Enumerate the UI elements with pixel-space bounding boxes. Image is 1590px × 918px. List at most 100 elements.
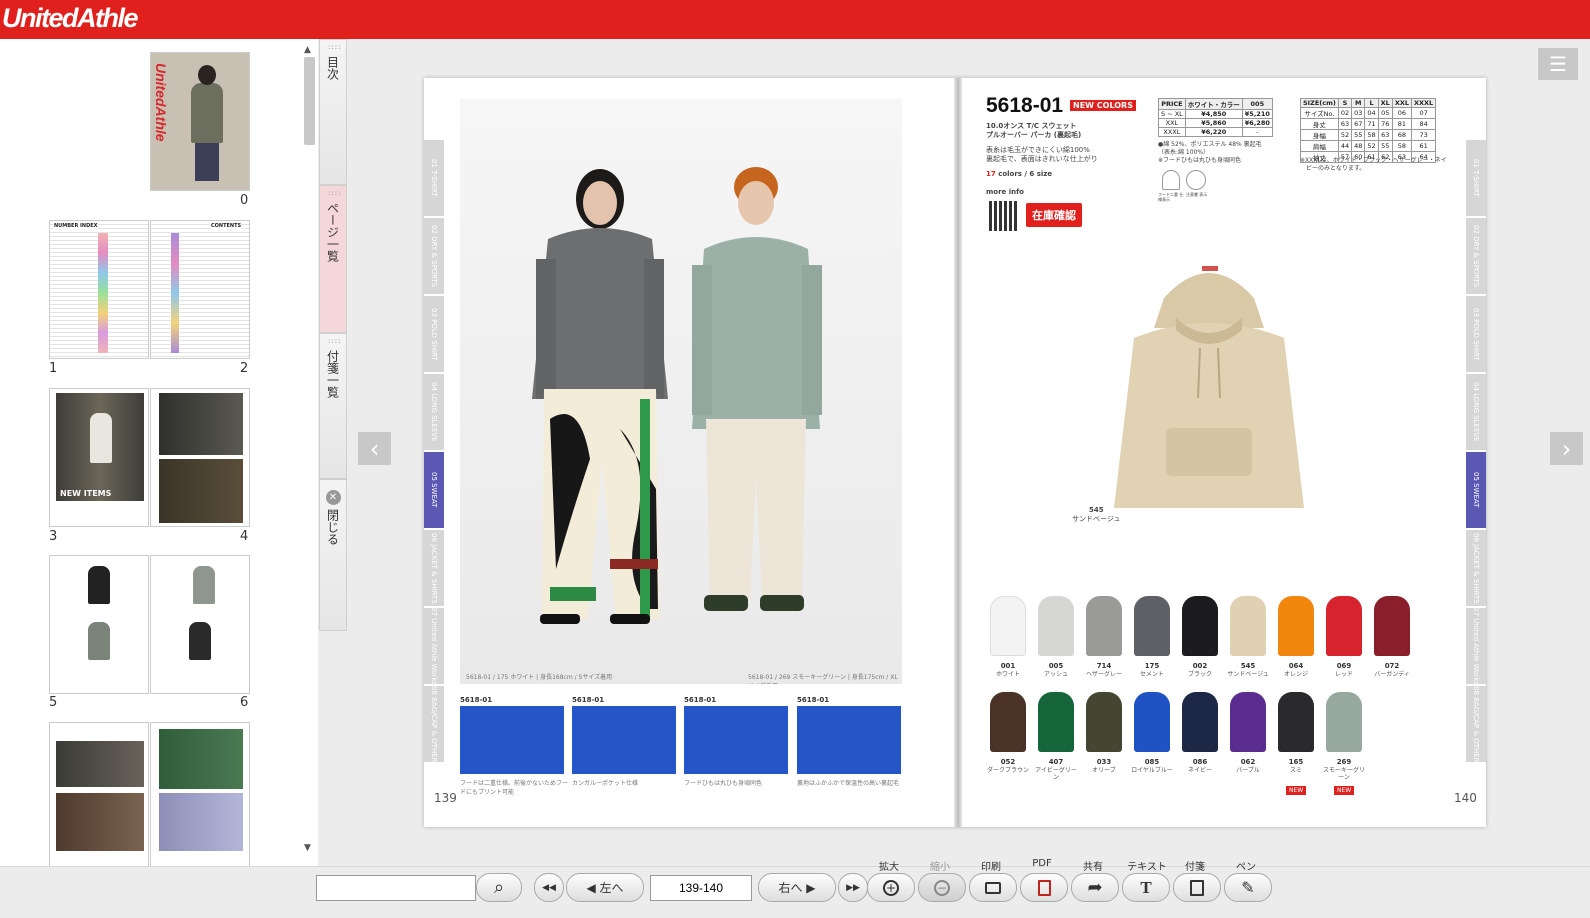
color-swatch-714[interactable]	[1086, 596, 1122, 656]
hood-icon	[1162, 170, 1180, 190]
thumbnail-page-6[interactable]	[150, 555, 250, 694]
thumbnail-page-3[interactable]: NEW ITEMS	[49, 388, 149, 527]
swatch-code: 052	[1000, 758, 1016, 766]
tab-close[interactable]: ✕ 閉じる	[319, 479, 347, 631]
swatch-code: 165	[1288, 758, 1304, 766]
qr-code-icon[interactable]	[989, 201, 1019, 231]
index-tab-label: 02 DRY & SPORTS	[430, 224, 438, 288]
color-swatch-052[interactable]	[990, 692, 1026, 752]
tab-contents[interactable]: :::: 目次	[319, 39, 347, 185]
zoom-in-button[interactable]: +	[867, 873, 915, 902]
thumbnail-person	[193, 566, 215, 604]
price-cell: -	[1241, 127, 1273, 137]
color-swatch-001[interactable]	[990, 596, 1026, 656]
scroll-down-arrow[interactable]: ▼	[304, 843, 311, 853]
first-page-button[interactable]: ◀◀	[534, 873, 564, 902]
thumbnail-label: 2	[240, 361, 249, 376]
print-button[interactable]	[969, 873, 1017, 902]
index-tab-t-shirt[interactable]: 01 T-SHIRT	[424, 140, 444, 216]
share-button[interactable]: ➦	[1071, 873, 1119, 902]
detail-photo-drawstring	[684, 706, 788, 774]
index-tab-sweat[interactable]: 05 SWEAT	[424, 452, 444, 528]
page-number-field[interactable]	[650, 875, 752, 901]
thumbnail-page-7[interactable]	[49, 722, 149, 866]
color-swatch-086[interactable]	[1182, 692, 1218, 752]
color-swatch-064[interactable]	[1278, 596, 1314, 656]
price-cell: ¥4,850	[1184, 109, 1243, 119]
last-page-button[interactable]: ▶▶	[838, 873, 868, 902]
menu-icon[interactable]: ☰	[1538, 48, 1578, 80]
color-swatch-033[interactable]	[1086, 692, 1122, 752]
pen-button[interactable]: ✎	[1224, 873, 1272, 902]
thumbnail-page-2[interactable]: CONTENTS	[150, 220, 250, 359]
next-page-button[interactable]: 右へ ▶	[758, 873, 836, 902]
color-swatch-072[interactable]	[1374, 596, 1410, 656]
index-tab-long-sleeve[interactable]: 04 LONG SLEEVE	[424, 374, 444, 450]
color-swatch-085[interactable]	[1134, 692, 1170, 752]
new-colors-badge: NEW COLORS	[1070, 100, 1136, 111]
brand-logo[interactable]: UnitedAthle	[2, 3, 139, 34]
detail-caption: カンガルーポケット仕様	[572, 780, 639, 787]
index-tab-t-shirt-right[interactable]: 01 T-SHIRT	[1466, 140, 1486, 216]
color-swatch-062[interactable]	[1230, 692, 1266, 752]
thumbnail-page-8[interactable]	[150, 722, 250, 866]
color-swatch-069[interactable]	[1326, 596, 1362, 656]
stock-check-button[interactable]: 在庫確認	[1026, 203, 1082, 227]
color-swatch-002[interactable]	[1182, 596, 1218, 656]
tab-page-list[interactable]: :::: ページ一覧	[319, 185, 347, 333]
product-description: 表糸は毛玉ができにくい綿100%	[986, 146, 1090, 154]
next-page-arrow[interactable]: ›	[1550, 432, 1583, 465]
index-tab-dry-sports-right[interactable]: 02 DRY & SPORTS	[1466, 218, 1486, 294]
size-cell: 身丈	[1300, 118, 1339, 130]
color-swatch-175[interactable]	[1134, 596, 1170, 656]
thumbnail-page-0[interactable]: UnitedAthle	[150, 52, 250, 191]
index-tab-sweat-right[interactable]: 05 SWEAT	[1466, 452, 1486, 528]
swatch-code: 407	[1048, 758, 1064, 766]
thumbnail-photo	[56, 741, 144, 787]
thumbnail-page-5[interactable]	[49, 555, 149, 694]
index-tab-bag-cap-right[interactable]: 08 BAG/CAP & OTHER	[1466, 686, 1486, 762]
color-swatch-165[interactable]	[1278, 692, 1314, 752]
color-swatch-005[interactable]	[1038, 596, 1074, 656]
color-swatch-407[interactable]	[1038, 692, 1074, 752]
text-button[interactable]: T	[1122, 873, 1170, 902]
size-cell: 04	[1364, 107, 1379, 119]
size-cell: 06	[1391, 107, 1413, 119]
sticky-note-button[interactable]	[1173, 873, 1221, 902]
index-tab-polo[interactable]: 03 POLO SHIRT	[424, 296, 444, 372]
grip-icon: ::::	[328, 189, 342, 197]
color-swatch-269[interactable]	[1326, 692, 1362, 752]
size-cell: 02	[1337, 107, 1353, 119]
icon-caption: フードニ重 仕様表示	[1158, 192, 1184, 202]
size-cell: 58	[1364, 129, 1379, 141]
color-swatch-545[interactable]	[1230, 596, 1266, 656]
prev-page-button[interactable]: ◀ 左へ	[566, 873, 644, 902]
thumbnail-page-1[interactable]: NUMBER INDEX	[49, 220, 149, 359]
search-button[interactable]: ⌕	[476, 873, 522, 902]
thumbnail-photo	[56, 793, 144, 851]
pen-icon: ✎	[1241, 878, 1255, 897]
scrollbar-thumb[interactable]	[304, 57, 315, 145]
size-cell: 84	[1410, 118, 1437, 130]
index-tab-jacket[interactable]: 06 JACKET & SHIRTS	[424, 530, 444, 606]
tab-sticky-list[interactable]: :::: 付箋一覧	[319, 333, 347, 479]
index-tab-bag-cap[interactable]: 08 BAG/CAP & OTHER	[424, 686, 444, 762]
sidebar-scrollbar[interactable]: ▲ ▼	[302, 45, 316, 855]
index-tab-dry-sports[interactable]: 02 DRY & SPORTS	[424, 218, 444, 294]
scroll-up-arrow[interactable]: ▲	[304, 45, 311, 55]
zoom-out-button[interactable]: −	[918, 873, 966, 902]
index-tab-long-sleeve-right[interactable]: 04 LONG SLEEVE	[1466, 374, 1486, 450]
featured-hoodie	[1114, 266, 1304, 508]
pdf-button[interactable]	[1020, 873, 1068, 902]
zoom-in-label: 拡大	[879, 862, 899, 873]
search-input[interactable]	[316, 875, 476, 901]
index-tab-jacket-right[interactable]: 06 JACKET & SHIRTS	[1466, 530, 1486, 606]
thumbnail-page-4[interactable]	[150, 388, 250, 527]
swatch-name: ホワイト	[995, 671, 1020, 678]
index-tab-works[interactable]: 07 United Athle Works	[424, 608, 444, 684]
index-tab-polo-right[interactable]: 03 POLO SHIRT	[1466, 296, 1486, 372]
prev-page-arrow[interactable]: ‹	[358, 432, 391, 465]
thumbnail-person	[90, 413, 112, 463]
index-tab-works-right[interactable]: 07 United Athle Works	[1466, 608, 1486, 684]
size-cell: 67	[1351, 118, 1366, 130]
